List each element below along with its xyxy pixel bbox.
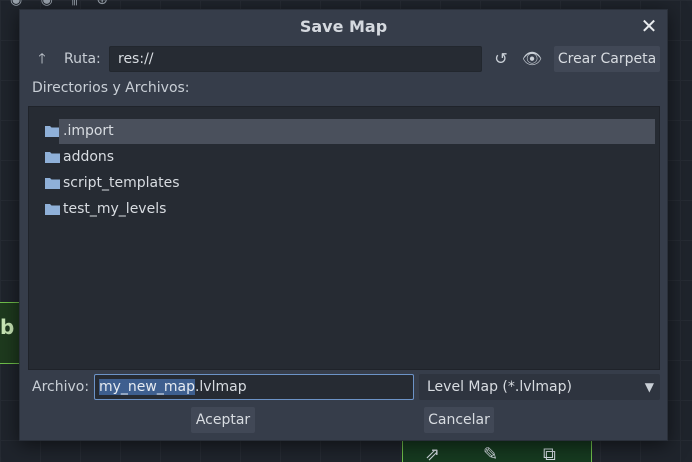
open-external-icon: ⇗	[425, 444, 441, 462]
list-item[interactable]: addons	[43, 145, 655, 170]
list-item-label: test_my_levels	[63, 201, 167, 217]
filename-selected-text: my_new_map	[99, 379, 195, 395]
accept-button[interactable]: Aceptar	[191, 407, 255, 433]
toolbar-icon: ◉	[10, 0, 23, 8]
save-file-dialog: Save Map ✕ 🡑 Ruta: res:// ↺ 👁 Crear Carp…	[19, 9, 668, 441]
refresh-icon[interactable]: ↺	[490, 46, 512, 72]
path-label: Ruta:	[64, 51, 101, 67]
list-item[interactable]: .import	[43, 119, 655, 144]
dialog-titlebar: Save Map ✕	[20, 10, 667, 46]
file-list[interactable]: .import addons script_templates test_my_…	[28, 106, 660, 370]
path-input[interactable]: res://	[109, 46, 482, 72]
toolbar-icon: ⫼	[71, 0, 78, 8]
list-item[interactable]: script_templates	[43, 171, 655, 196]
filename-extension: .lvlmap	[194, 379, 247, 395]
duplicate-icon: ⧉	[543, 444, 556, 462]
toolbar-icon: ◉	[40, 0, 53, 8]
folder-icon	[45, 126, 60, 137]
close-icon[interactable]: ✕	[639, 15, 659, 37]
files-section-label: Directorios y Archivos:	[32, 80, 190, 96]
folder-icon	[45, 178, 60, 189]
filename-row: Archivo: my_new_map.lvlmap Level Map (*.…	[32, 374, 660, 400]
folder-icon	[45, 204, 60, 215]
list-item-label: .import	[59, 119, 655, 144]
file-type-select[interactable]: Level Map (*.lvlmap) ▼	[419, 374, 660, 400]
cancel-button[interactable]: Cancelar	[424, 407, 494, 433]
dialog-title: Save Map	[299, 17, 388, 36]
arrow-up-icon[interactable]: 🡑	[32, 46, 52, 72]
list-item-label: addons	[63, 149, 115, 165]
filename-label: Archivo:	[32, 379, 90, 395]
editor-top-icons: ◉ ◉ ⫼ ⊕	[10, 0, 122, 8]
list-item[interactable]: test_my_levels	[43, 197, 655, 222]
eye-icon[interactable]: 👁	[521, 46, 543, 72]
graph-node-bottom: ⇗ ✎ ⧉	[402, 440, 592, 462]
graph-node-label: b	[0, 315, 15, 339]
list-item-label: script_templates	[63, 175, 180, 191]
create-folder-button[interactable]: Crear Carpeta	[554, 46, 660, 72]
path-row: 🡑 Ruta: res:// ↺ 👁 Crear Carpeta	[32, 46, 660, 72]
chevron-down-icon: ▼	[644, 380, 654, 394]
folder-icon	[45, 152, 60, 163]
graph-node-left: b	[0, 302, 20, 364]
file-type-value: Level Map (*.lvlmap)	[427, 379, 572, 395]
filename-input[interactable]: my_new_map.lvlmap	[94, 374, 414, 400]
toolbar-icon: ⊕	[96, 0, 108, 8]
edit-icon: ✎	[483, 444, 499, 462]
